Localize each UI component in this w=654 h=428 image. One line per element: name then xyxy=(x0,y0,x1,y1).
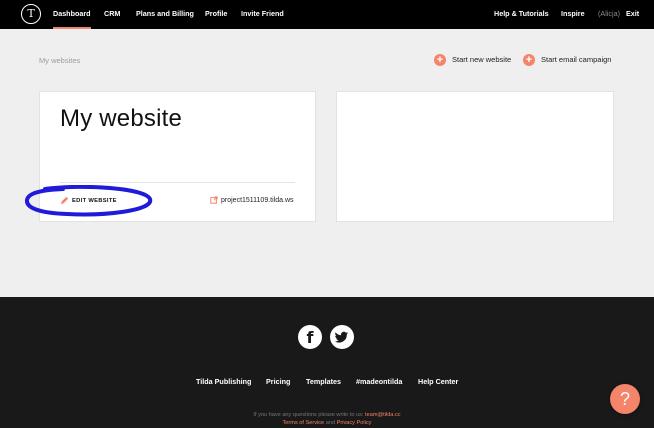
website-card[interactable]: My website EDIT WEBSITE project1511109.t… xyxy=(39,91,316,222)
footer-contact-email[interactable]: team@tilda.cc xyxy=(365,412,401,418)
edit-website-button[interactable]: EDIT WEBSITE xyxy=(60,196,117,205)
nav-profile[interactable]: Profile xyxy=(205,0,227,29)
site-url-label: project1511109.tilda.ws xyxy=(221,196,294,204)
help-question-icon[interactable]: ? xyxy=(610,384,640,414)
start-email-campaign-label: Start email campaign xyxy=(541,55,612,64)
top-navbar: T Dashboard CRM Plans and Billing Profil… xyxy=(0,0,654,29)
terms-of-service-link[interactable]: Terms of Service xyxy=(283,420,325,426)
facebook-icon[interactable]: f xyxy=(298,325,322,349)
nav-exit[interactable]: Exit xyxy=(626,0,639,29)
footer-link-pricing[interactable]: Pricing xyxy=(266,377,290,386)
footer-contact: If you have any questions please write t… xyxy=(0,412,654,418)
nav-inspire[interactable]: Inspire xyxy=(561,0,585,29)
plus-icon: + xyxy=(434,53,446,66)
breadcrumb: My websites xyxy=(39,56,81,65)
footer-legal: Terms of Service and Privacy Policy xyxy=(0,420,654,426)
start-new-website-label: Start new website xyxy=(452,55,512,64)
footer-contact-text: If you have any questions please write t… xyxy=(253,412,364,418)
start-new-website-button[interactable]: + Start new website xyxy=(434,53,511,66)
site-url-link[interactable]: project1511109.tilda.ws xyxy=(210,196,294,204)
twitter-icon[interactable] xyxy=(330,325,354,349)
footer xyxy=(0,297,654,428)
footer-link-templates[interactable]: Templates xyxy=(306,377,341,386)
nav-plans-billing[interactable]: Plans and Billing xyxy=(136,0,194,29)
website-title[interactable]: My website xyxy=(60,105,182,133)
footer-link-help-center[interactable]: Help Center xyxy=(418,377,458,386)
edit-website-label: EDIT WEBSITE xyxy=(72,197,117,204)
footer-link-madeontilda[interactable]: #madeontilda xyxy=(356,377,402,386)
nav-invite-friend[interactable]: Invite Friend xyxy=(241,0,284,29)
nav-crm[interactable]: CRM xyxy=(104,0,120,29)
empty-website-slot xyxy=(336,91,614,222)
plus-icon: + xyxy=(523,53,535,66)
pencil-icon xyxy=(60,196,69,205)
start-email-campaign-button[interactable]: + Start email campaign xyxy=(523,53,611,66)
footer-and-text: and xyxy=(325,420,336,426)
card-divider xyxy=(60,182,295,183)
privacy-policy-link[interactable]: Privacy Policy xyxy=(337,420,372,426)
tilda-logo-icon[interactable]: T xyxy=(21,4,41,24)
nav-user-name: (Alicja) xyxy=(598,9,620,18)
footer-link-tilda-publishing[interactable]: Tilda Publishing xyxy=(196,377,251,386)
external-link-icon xyxy=(210,196,218,204)
nav-dashboard[interactable]: Dashboard xyxy=(53,0,91,29)
nav-help-tutorials[interactable]: Help & Tutorials xyxy=(494,0,549,29)
